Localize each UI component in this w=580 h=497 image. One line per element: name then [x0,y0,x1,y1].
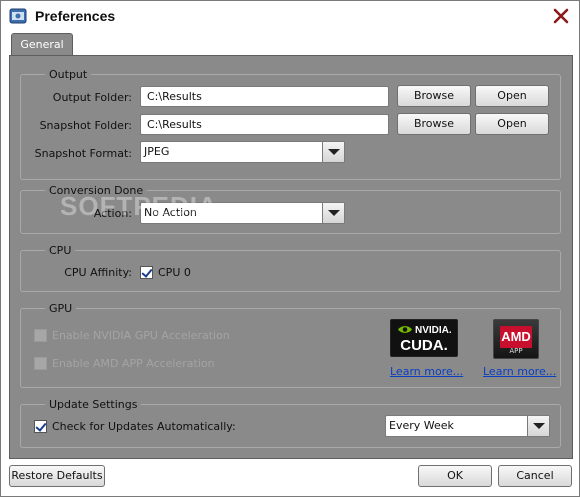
cpu-affinity-label: CPU Affinity: [64,266,132,279]
chevron-down-icon[interactable] [322,142,344,162]
cpu-legend: CPU [49,244,72,257]
output-folder-label: Output Folder: [52,91,132,104]
nvidia-eye-icon [398,326,412,333]
preferences-window: Preferences General Output Output Folder… [0,0,580,497]
nvidia-acceleration-checkbox[interactable] [34,329,47,342]
cuda-text: CUDA. [400,337,448,354]
cpu0-label: CPU 0 [158,266,191,279]
amd-app-logo: AMD APP [493,319,539,359]
nvidia-brand-text: NVIDIA. [415,325,452,336]
restore-defaults-button[interactable]: Restore Defaults [9,465,105,487]
cpu0-checkbox[interactable] [140,266,153,279]
update-legend: Update Settings [49,398,138,411]
output-browse-button[interactable]: Browse [397,85,471,107]
snapshot-format-value: JPEG [144,145,170,158]
ok-button[interactable]: OK [418,465,492,487]
auto-update-checkbox[interactable] [34,420,47,433]
action-value: No Action [144,206,197,219]
general-panel: Output Output Folder: C:\Results Browse … [9,55,573,459]
amd-learn-more-link[interactable]: Learn more... [483,365,556,378]
app-icon [9,8,27,24]
snapshot-format-select[interactable]: JPEG [140,141,345,163]
action-label: Action: [93,207,132,220]
output-legend: Output [49,68,88,81]
snapshot-format-label: Snapshot Format: [34,147,132,160]
auto-update-label: Check for Updates Automatically: [52,420,236,433]
amd-acceleration-checkbox[interactable] [34,357,47,370]
output-folder-field[interactable]: C:\Results [140,86,389,107]
amd-app-text: APP [509,347,523,355]
snapshot-folder-field[interactable]: C:\Results [140,114,389,135]
snapshot-browse-button[interactable]: Browse [397,113,471,135]
close-icon[interactable] [551,6,571,26]
gpu-legend: GPU [49,302,73,315]
amd-acceleration-label: Enable AMD APP Acceleration [52,357,215,370]
window-title: Preferences [35,8,116,24]
tab-general[interactable]: General [11,33,73,56]
nvidia-cuda-logo: NVIDIA. CUDA. [390,319,458,357]
chevron-down-icon[interactable] [322,203,344,223]
title-bar: Preferences [1,1,579,31]
chevron-down-icon[interactable] [527,416,549,436]
snapshot-open-button[interactable]: Open [475,113,549,135]
amd-brand-text: AMD [501,329,531,344]
snapshot-folder-label: Snapshot Folder: [39,119,132,132]
cancel-button[interactable]: Cancel [498,465,572,487]
output-open-button[interactable]: Open [475,85,549,107]
gpu-group: GPU [20,302,561,388]
update-frequency-select[interactable]: Every Week [385,415,550,437]
nvidia-learn-more-link[interactable]: Learn more... [390,365,463,378]
conversion-legend: Conversion Done [49,184,144,197]
update-frequency-value: Every Week [389,419,454,432]
action-select[interactable]: No Action [140,202,345,224]
nvidia-acceleration-label: Enable NVIDIA GPU Acceleration [52,329,230,342]
